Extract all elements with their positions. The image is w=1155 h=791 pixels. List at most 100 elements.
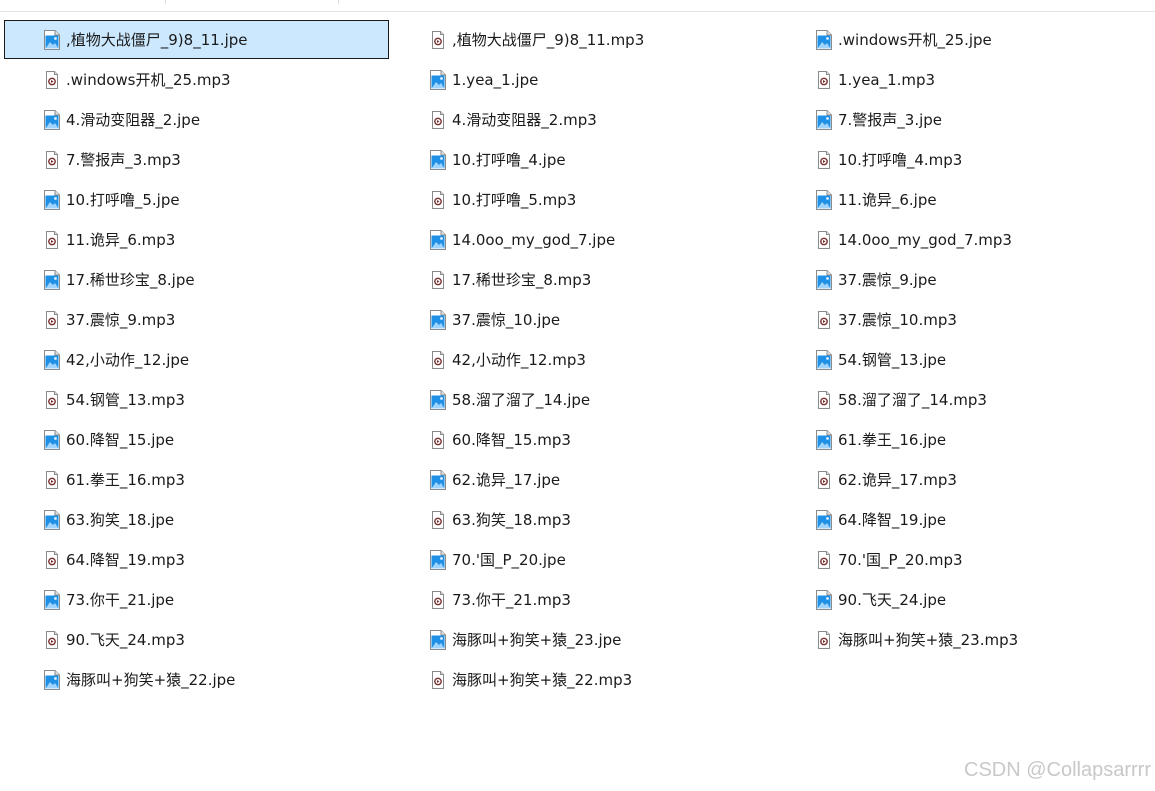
- audio-file-icon: [44, 550, 60, 570]
- csdn-watermark: CSDN @Collapsarrrr: [964, 759, 1151, 781]
- file-name: 10.打呼噜_5.jpe: [66, 191, 180, 209]
- file-name: 42,小动作_12.mp3: [452, 351, 586, 369]
- file-item[interactable]: ,植物大战僵尸_9)8_11.mp3: [390, 20, 776, 60]
- file-name: 62.诡异_17.mp3: [838, 471, 957, 489]
- file-item[interactable]: 73.你干_21.mp3: [390, 580, 776, 620]
- file-item[interactable]: 58.溜了溜了_14.jpe: [390, 380, 776, 420]
- file-item[interactable]: 10.打呼噜_4.jpe: [390, 140, 776, 180]
- audio-file-icon: [816, 150, 832, 170]
- explorer-header-strip: [0, 0, 1155, 12]
- file-name: 37.震惊_10.mp3: [838, 311, 957, 329]
- file-name: 60.降智_15.jpe: [66, 431, 175, 449]
- file-name: 61.拳王_16.mp3: [66, 471, 185, 489]
- file-item[interactable]: 海豚叫+狗笑+猿_23.mp3: [776, 620, 1155, 660]
- file-item[interactable]: .windows开机_25.jpe: [776, 20, 1155, 60]
- file-name: 58.溜了溜了_14.jpe: [452, 391, 591, 409]
- file-item[interactable]: 54.钢管_13.mp3: [4, 380, 390, 420]
- audio-file-icon: [430, 590, 446, 610]
- image-file-icon: [816, 510, 832, 530]
- audio-file-icon: [430, 670, 446, 690]
- file-name: ,植物大战僵尸_9)8_11.jpe: [66, 31, 248, 49]
- file-name: 海豚叫+狗笑+猿_23.jpe: [452, 631, 622, 649]
- file-item[interactable]: 海豚叫+狗笑+猿_22.mp3: [390, 660, 776, 700]
- audio-file-icon: [44, 70, 60, 90]
- file-item[interactable]: 37.震惊_10.jpe: [390, 300, 776, 340]
- file-item[interactable]: 70.'国_P_20.jpe: [390, 540, 776, 580]
- file-item[interactable]: 62.诡异_17.mp3: [776, 460, 1155, 500]
- file-name: 70.'国_P_20.jpe: [452, 551, 566, 569]
- file-name: 10.打呼噜_4.mp3: [838, 151, 963, 169]
- audio-file-icon: [816, 630, 832, 650]
- file-name: 54.钢管_13.jpe: [838, 351, 947, 369]
- file-item[interactable]: 63.狗笑_18.jpe: [4, 500, 390, 540]
- file-name: 60.降智_15.mp3: [452, 431, 571, 449]
- file-item[interactable]: 1.yea_1.mp3: [776, 60, 1155, 100]
- image-file-icon: [430, 230, 446, 250]
- file-item[interactable]: 4.滑动变阻器_2.jpe: [4, 100, 390, 140]
- file-item[interactable]: 90.飞天_24.jpe: [776, 580, 1155, 620]
- file-item[interactable]: 54.钢管_13.jpe: [776, 340, 1155, 380]
- file-item[interactable]: 64.降智_19.jpe: [776, 500, 1155, 540]
- image-file-icon: [816, 30, 832, 50]
- image-file-icon: [44, 350, 60, 370]
- image-file-icon: [816, 350, 832, 370]
- file-name: 63.狗笑_18.jpe: [66, 511, 175, 529]
- file-name: 10.打呼噜_5.mp3: [452, 191, 577, 209]
- file-item[interactable]: 1.yea_1.jpe: [390, 60, 776, 100]
- file-item[interactable]: 海豚叫+狗笑+猿_23.jpe: [390, 620, 776, 660]
- file-item[interactable]: 42,小动作_12.mp3: [390, 340, 776, 380]
- file-name: 4.滑动变阻器_2.jpe: [66, 111, 201, 129]
- file-item[interactable]: 10.打呼噜_5.jpe: [4, 180, 390, 220]
- file-name: 42,小动作_12.jpe: [66, 351, 190, 369]
- file-item[interactable]: 63.狗笑_18.mp3: [390, 500, 776, 540]
- file-item[interactable]: .windows开机_25.mp3: [4, 60, 390, 100]
- audio-file-icon: [430, 510, 446, 530]
- file-item[interactable]: ,植物大战僵尸_9)8_11.jpe: [4, 20, 390, 60]
- audio-file-icon: [816, 390, 832, 410]
- file-item[interactable]: 42,小动作_12.jpe: [4, 340, 390, 380]
- file-list: ,植物大战僵尸_9)8_11.jpe ,植物大战僵尸_9)8_11.mp3 .w…: [4, 20, 1155, 700]
- file-item[interactable]: 11.诡异_6.jpe: [776, 180, 1155, 220]
- file-item[interactable]: 58.溜了溜了_14.mp3: [776, 380, 1155, 420]
- file-item[interactable]: 10.打呼噜_4.mp3: [776, 140, 1155, 180]
- file-item[interactable]: 62.诡异_17.jpe: [390, 460, 776, 500]
- image-file-icon: [816, 590, 832, 610]
- audio-file-icon: [816, 470, 832, 490]
- audio-file-icon: [430, 30, 446, 50]
- file-item[interactable]: 7.警报声_3.mp3: [4, 140, 390, 180]
- image-file-icon: [44, 110, 60, 130]
- file-name: 海豚叫+狗笑+猿_23.mp3: [838, 631, 1019, 649]
- file-item[interactable]: 37.震惊_10.mp3: [776, 300, 1155, 340]
- audio-file-icon: [430, 270, 446, 290]
- image-file-icon: [44, 270, 60, 290]
- file-item[interactable]: 7.警报声_3.jpe: [776, 100, 1155, 140]
- file-item[interactable]: 73.你干_21.jpe: [4, 580, 390, 620]
- file-item[interactable]: 61.拳王_16.jpe: [776, 420, 1155, 460]
- file-item[interactable]: 70.'国_P_20.mp3: [776, 540, 1155, 580]
- file-name: 10.打呼噜_4.jpe: [452, 151, 566, 169]
- file-item[interactable]: 11.诡异_6.mp3: [4, 220, 390, 260]
- file-name: 11.诡异_6.mp3: [66, 231, 176, 249]
- file-item[interactable]: 60.降智_15.jpe: [4, 420, 390, 460]
- file-item[interactable]: 61.拳王_16.mp3: [4, 460, 390, 500]
- file-item[interactable]: 17.稀世珍宝_8.mp3: [390, 260, 776, 300]
- file-item[interactable]: 14.0oo_my_god_7.jpe: [390, 220, 776, 260]
- audio-file-icon: [44, 390, 60, 410]
- image-file-icon: [44, 670, 60, 690]
- file-item[interactable]: 4.滑动变阻器_2.mp3: [390, 100, 776, 140]
- audio-file-icon: [44, 230, 60, 250]
- file-item[interactable]: 海豚叫+狗笑+猿_22.jpe: [4, 660, 390, 700]
- file-item[interactable]: 90.飞天_24.mp3: [4, 620, 390, 660]
- file-item[interactable]: 37.震惊_9.jpe: [776, 260, 1155, 300]
- file-name: ,植物大战僵尸_9)8_11.mp3: [452, 31, 645, 49]
- file-item[interactable]: 10.打呼噜_5.mp3: [390, 180, 776, 220]
- file-item[interactable]: 14.0oo_my_god_7.mp3: [776, 220, 1155, 260]
- file-item[interactable]: 64.降智_19.mp3: [4, 540, 390, 580]
- file-item[interactable]: 60.降智_15.mp3: [390, 420, 776, 460]
- file-name: 61.拳王_16.jpe: [838, 431, 947, 449]
- audio-file-icon: [430, 350, 446, 370]
- audio-file-icon: [816, 310, 832, 330]
- header-divider: [338, 0, 339, 4]
- file-item[interactable]: 17.稀世珍宝_8.jpe: [4, 260, 390, 300]
- file-item[interactable]: 37.震惊_9.mp3: [4, 300, 390, 340]
